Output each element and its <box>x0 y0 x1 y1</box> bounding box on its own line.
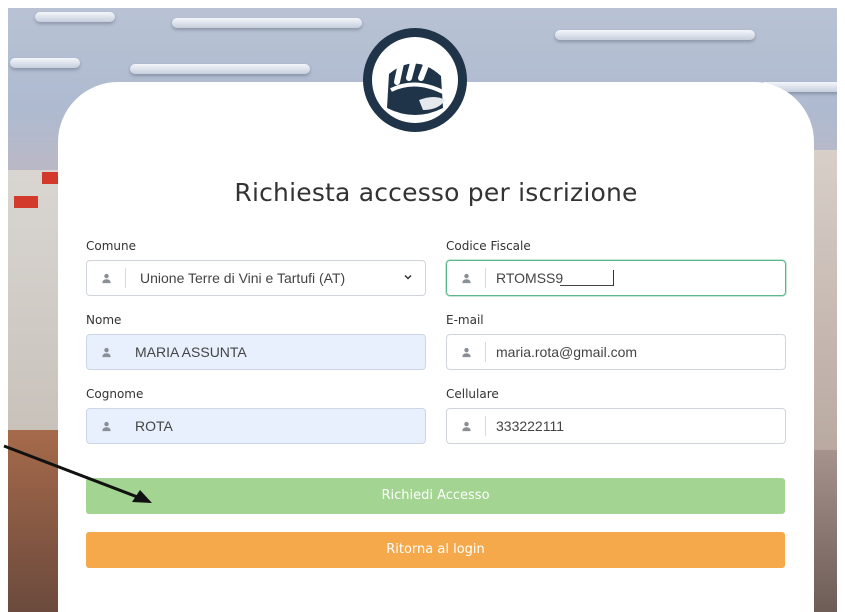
codice-fiscale-input[interactable]: RTOMSS9 <box>446 260 786 296</box>
ceiling-lamp <box>172 18 362 28</box>
cognome-value: ROTA <box>135 418 173 434</box>
redaction-underline <box>560 285 614 286</box>
cellulare-value: 333222111 <box>496 418 564 434</box>
background-wall-left <box>0 170 60 430</box>
email-label: E-mail <box>446 313 484 327</box>
user-icon <box>447 335 485 369</box>
codice-fiscale-value: RTOMSS9 <box>496 270 564 286</box>
comune-label: Comune <box>86 239 137 253</box>
request-access-button[interactable]: Richiedi Accesso <box>86 478 785 514</box>
ceiling-lamp <box>130 64 310 74</box>
cellulare-label: Cellulare <box>446 387 499 401</box>
screenshot-border-left <box>0 0 8 612</box>
screenshot-border-top <box>0 0 845 8</box>
ceiling-lamp <box>10 58 80 68</box>
ceiling-lamp <box>35 12 115 22</box>
back-to-login-button[interactable]: Ritorna al login <box>86 532 785 568</box>
user-icon <box>87 261 125 295</box>
user-icon <box>447 409 485 443</box>
nome-value: MARIA ASSUNTA <box>135 344 247 360</box>
comune-value: Unione Terre di Vini e Tartufi (AT) <box>140 270 346 286</box>
codice-fiscale-label: Codice Fiscale <box>446 239 531 253</box>
arrow-icon <box>3 444 152 503</box>
nome-label: Nome <box>86 313 122 327</box>
cellulare-input[interactable]: 333222111 <box>446 408 786 444</box>
cognome-input[interactable]: ROTA <box>86 408 426 444</box>
user-icon <box>447 261 485 295</box>
text-cursor <box>613 270 614 286</box>
user-icon <box>87 409 125 443</box>
screenshot-border-right <box>837 0 845 612</box>
ceiling-lamp <box>555 30 755 40</box>
comune-select[interactable]: Unione Terre di Vini e Tartufi (AT) <box>86 260 426 296</box>
chevron-down-icon[interactable] <box>403 272 413 282</box>
cognome-label: Cognome <box>86 387 144 401</box>
helmet-logo <box>363 28 467 132</box>
user-icon <box>87 335 125 369</box>
email-input[interactable]: maria.rota@gmail.com <box>446 334 786 370</box>
email-value: maria.rota@gmail.com <box>496 344 638 360</box>
exit-sign <box>14 196 38 208</box>
page-title: Richiesta accesso per iscrizione <box>234 178 638 207</box>
nome-input[interactable]: MARIA ASSUNTA <box>86 334 426 370</box>
